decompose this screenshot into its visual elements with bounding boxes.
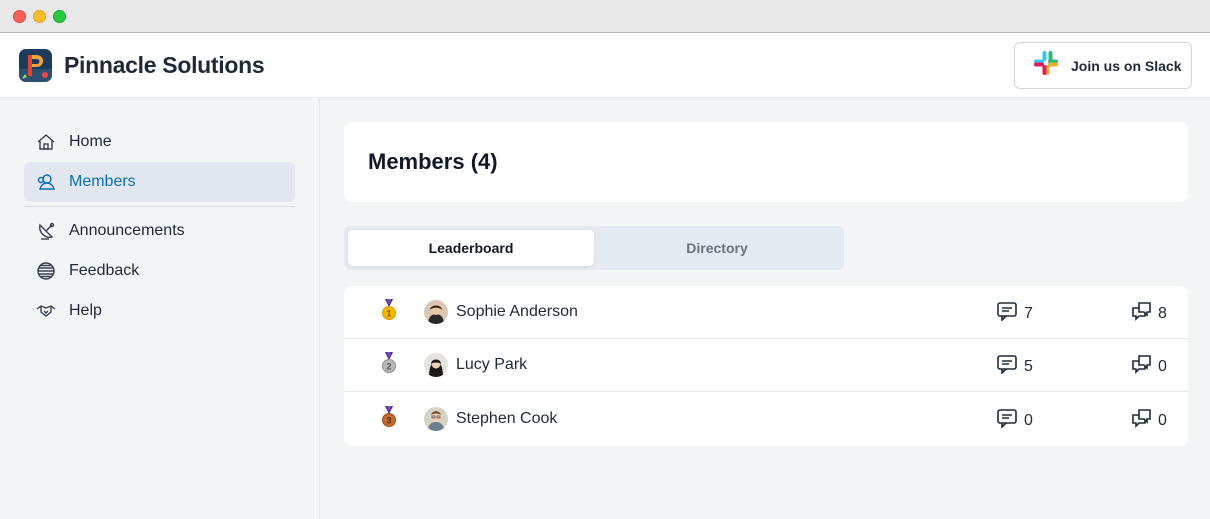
sidebar-item-announcements[interactable]: Announcements	[24, 211, 295, 251]
comment-count-value: 5	[1024, 357, 1033, 375]
svg-text:1: 1	[386, 309, 391, 319]
comment-count: 0	[996, 408, 1033, 433]
tab-leaderboard[interactable]: Leaderboard	[348, 230, 594, 266]
sidebar-item-members[interactable]: Members	[24, 162, 295, 202]
leaderboard-list: 1 Sophie Anderson 7 8 2 Lucy Park 5 0 3 …	[344, 286, 1188, 446]
silver-medal-icon: 2	[381, 352, 397, 374]
thread-count: 0	[1130, 354, 1167, 379]
join-slack-button[interactable]: Join us on Slack	[1014, 42, 1192, 89]
comment-count: 5	[996, 354, 1033, 379]
sidebar-item-home[interactable]: Home	[24, 122, 295, 162]
member-name: Sophie Anderson	[456, 303, 578, 320]
table-row[interactable]: 1 Sophie Anderson 7 8	[344, 286, 1188, 339]
thread-count-value: 8	[1158, 304, 1167, 322]
thread-count: 0	[1130, 408, 1167, 433]
slack-icon	[1033, 50, 1059, 81]
threads-icon	[1130, 408, 1152, 433]
comment-count-value: 0	[1024, 411, 1033, 429]
threads-icon	[1130, 301, 1152, 326]
tab-directory[interactable]: Directory	[594, 230, 840, 266]
window-maximize-button[interactable]	[53, 10, 66, 23]
sidebar-divider	[24, 206, 295, 207]
sidebar-item-label: Help	[69, 302, 102, 319]
house-icon	[36, 132, 56, 152]
svg-text:3: 3	[386, 416, 391, 426]
comment-count-value: 7	[1024, 304, 1033, 322]
comment-count: 7	[996, 301, 1033, 326]
thread-count: 8	[1130, 301, 1167, 326]
gold-medal-icon: 1	[381, 299, 397, 321]
window-titlebar	[0, 0, 1210, 33]
svg-text:2: 2	[386, 362, 391, 372]
window-close-button[interactable]	[13, 10, 26, 23]
members-icon	[36, 172, 56, 192]
member-name: Stephen Cook	[456, 410, 558, 427]
sidebar-item-feedback[interactable]: Feedback	[24, 251, 295, 291]
sidebar-item-label: Home	[69, 133, 112, 150]
join-slack-label: Join us on Slack	[1071, 57, 1182, 74]
members-tabs: Leaderboard Directory	[344, 226, 844, 270]
table-row[interactable]: 2 Lucy Park 5 0	[344, 339, 1188, 392]
avatar	[424, 407, 448, 431]
comment-icon	[996, 354, 1018, 379]
sidebar-item-label: Feedback	[69, 262, 140, 279]
handshake-icon	[36, 301, 56, 321]
comment-icon	[996, 408, 1018, 433]
comment-icon	[996, 301, 1018, 326]
sidebar-item-label: Members	[69, 173, 136, 190]
window-minimize-button[interactable]	[33, 10, 46, 23]
page-title: Members (4)	[368, 149, 498, 174]
main-content: Members (4) Leaderboard Directory 1 Soph…	[320, 98, 1210, 519]
thread-count-value: 0	[1158, 411, 1167, 429]
brand-title: Pinnacle Solutions	[64, 52, 265, 78]
members-header-card: Members (4)	[344, 122, 1188, 202]
pinnacle-logo-icon[interactable]	[19, 49, 52, 82]
sidebar: Home Members Announcements Feedback Help	[0, 98, 320, 519]
thread-count-value: 0	[1158, 357, 1167, 375]
satellite-icon	[36, 221, 56, 241]
threads-icon	[1130, 354, 1152, 379]
bronze-medal-icon: 3	[381, 406, 397, 428]
table-row[interactable]: 3 Stephen Cook 0 0	[344, 393, 1188, 446]
member-name: Lucy Park	[456, 356, 528, 373]
sidebar-item-help[interactable]: Help	[24, 291, 295, 331]
sidebar-item-label: Announcements	[69, 222, 185, 239]
avatar	[424, 353, 448, 377]
globe-icon	[36, 261, 56, 281]
avatar	[424, 300, 448, 324]
app-header: Pinnacle Solutions Join us on Slack	[0, 33, 1210, 98]
